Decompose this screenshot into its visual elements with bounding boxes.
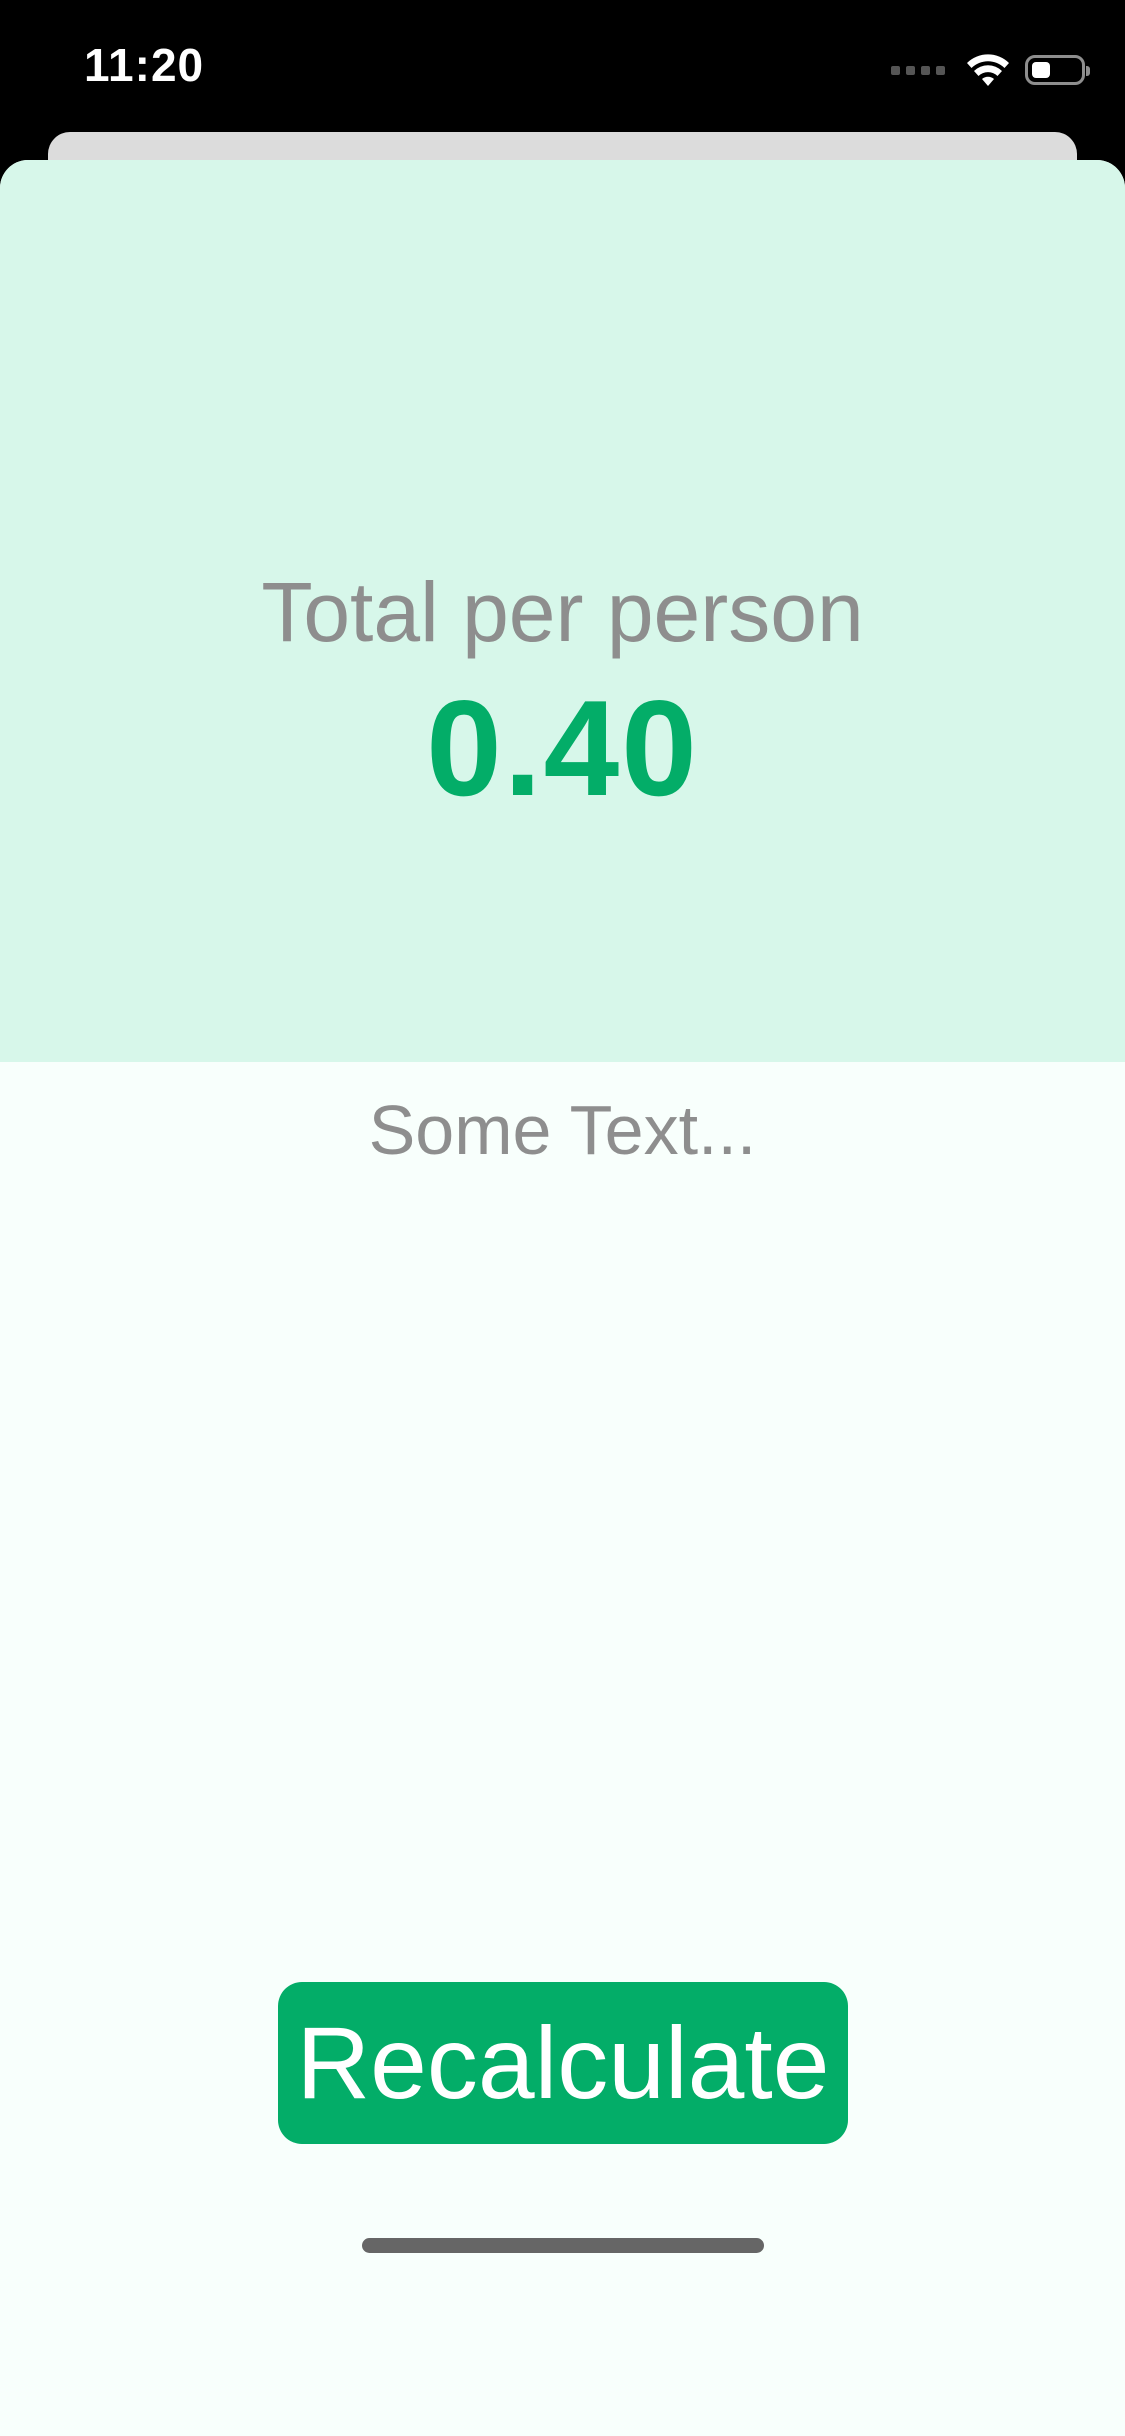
result-value: 0.40 bbox=[426, 672, 699, 824]
result-panel: Total per person 0.40 bbox=[0, 160, 1125, 1062]
battery-icon bbox=[1025, 55, 1090, 85]
cellular-signal-icon bbox=[891, 65, 945, 75]
app-screen: 11:20 Total per person 0.40 Some Text...… bbox=[0, 0, 1125, 2436]
recalculate-button[interactable]: Recalculate bbox=[278, 1982, 848, 2144]
result-label: Total per person bbox=[261, 565, 864, 659]
status-bar: 11:20 bbox=[0, 0, 1125, 132]
status-time: 11:20 bbox=[84, 39, 205, 91]
home-indicator[interactable] bbox=[362, 2238, 764, 2253]
info-text: Some Text... bbox=[368, 1091, 757, 1169]
status-indicators bbox=[891, 50, 1090, 90]
wifi-icon bbox=[967, 54, 1009, 86]
